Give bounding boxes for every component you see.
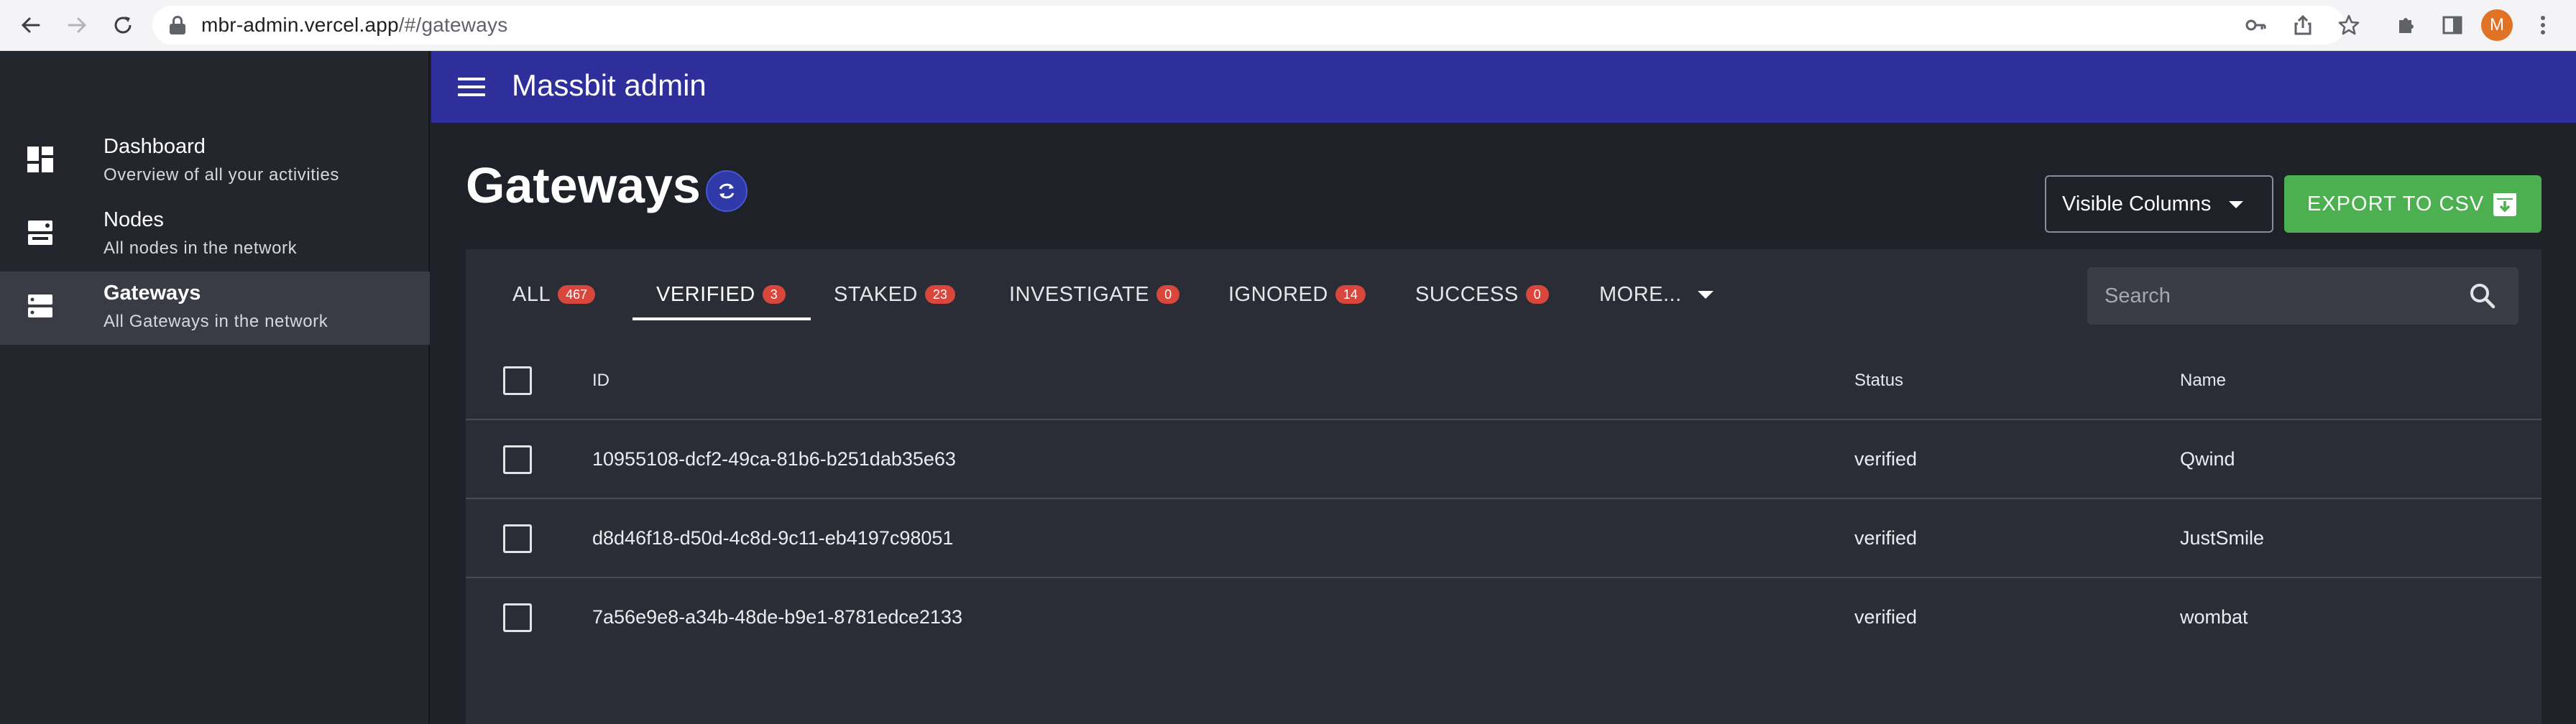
cell-status: verified	[1854, 606, 1918, 628]
sidebar-item-dashboard[interactable]: Dashboard Overview of all your activitie…	[0, 125, 430, 198]
gateways-icon	[28, 294, 52, 317]
sidebar-item-subtitle: Overview of all your activities	[104, 165, 340, 185]
profile-avatar[interactable]: M	[2481, 9, 2513, 41]
cell-name: JustSmile	[2180, 527, 2265, 549]
tab-label: SUCCESS	[1415, 282, 1519, 306]
sidebar-item-title: Gateways	[104, 282, 201, 305]
count-badge: 467	[558, 285, 596, 304]
tab-success[interactable]: SUCCESS 0	[1415, 264, 1549, 325]
sidebar-item-title: Dashboard	[104, 135, 206, 158]
tab-verified[interactable]: VERIFIED 3	[656, 264, 786, 325]
divider	[466, 498, 2542, 499]
sidebar-item-subtitle: All Gateways in the network	[104, 312, 328, 331]
row-checkbox[interactable]	[503, 524, 532, 553]
tab-investigate[interactable]: INVESTIGATE 0	[1009, 264, 1180, 325]
share-icon[interactable]	[2286, 8, 2320, 42]
cell-name: Qwind	[2180, 448, 2235, 470]
sidebar-item-gateways[interactable]: Gateways All Gateways in the network	[0, 272, 430, 345]
cell-id: 7a56e9e8-a34b-48de-b9e1-8781edce2133	[592, 606, 962, 628]
row-checkbox[interactable]	[503, 603, 532, 632]
tab-staked[interactable]: STAKED 23	[834, 264, 955, 325]
count-badge: 0	[1525, 285, 1549, 304]
reload-icon	[114, 17, 132, 34]
tab-ignored[interactable]: IGNORED 14	[1228, 264, 1366, 325]
column-header-status[interactable]: Status	[1854, 371, 1903, 391]
count-badge: 14	[1335, 285, 1366, 304]
caret-down-icon	[2229, 201, 2243, 208]
app-bar: Massbit admin	[431, 51, 2576, 123]
sidebar: Dashboard Overview of all your activitie…	[0, 51, 430, 724]
extensions-puzzle-icon[interactable]	[2389, 8, 2424, 42]
arrow-right-icon	[68, 17, 87, 33]
caret-down-icon	[1697, 290, 1714, 299]
search-field[interactable]	[2087, 267, 2518, 325]
column-header-name[interactable]: Name	[2180, 371, 2226, 391]
app-title: Massbit admin	[512, 68, 707, 102]
back-button[interactable]	[13, 7, 49, 43]
reload-button[interactable]	[105, 7, 141, 43]
address-bar[interactable]: mbr-admin.vercel.app/#/gateways	[152, 6, 2345, 45]
tab-label: MORE...	[1599, 282, 1682, 306]
dashboard-icon	[27, 147, 53, 172]
visible-columns-label: Visible Columns	[2062, 192, 2212, 215]
column-header-id[interactable]: ID	[592, 371, 610, 391]
export-csv-label: EXPORT TO CSV	[2307, 192, 2485, 215]
sidebar-item-nodes[interactable]: Nodes All nodes in the network	[0, 198, 430, 272]
count-badge: 23	[924, 285, 955, 304]
tab-label: VERIFIED	[656, 282, 755, 306]
tab-all[interactable]: ALL 467	[512, 264, 596, 325]
key-icon[interactable]	[2238, 8, 2273, 42]
tab-label: IGNORED	[1228, 282, 1328, 306]
tab-label: STAKED	[834, 282, 918, 306]
cell-name: wombat	[2180, 606, 2248, 628]
arrow-left-icon	[21, 17, 40, 33]
row-checkbox[interactable]	[503, 445, 532, 474]
active-tab-indicator	[632, 317, 811, 320]
cell-status: verified	[1854, 527, 1918, 549]
select-all-checkbox[interactable]	[503, 366, 532, 395]
bookmark-star-icon[interactable]	[2332, 8, 2366, 42]
hamburger-menu-icon[interactable]	[451, 65, 494, 108]
export-csv-button[interactable]: EXPORT TO CSV	[2284, 175, 2542, 233]
count-badge: 3	[762, 285, 786, 304]
url-text: mbr-admin.vercel.app/#/gateways	[201, 14, 508, 36]
count-badge: 0	[1156, 285, 1180, 304]
tab-more[interactable]: MORE...	[1599, 264, 1714, 325]
search-input[interactable]	[2087, 267, 2461, 325]
nodes-icon	[28, 221, 52, 245]
cell-id: d8d46f18-d50d-4c8d-9c11-eb4197c98051	[592, 527, 954, 549]
sidebar-item-subtitle: All nodes in the network	[104, 238, 298, 258]
cell-id: 10955108-dcf2-49ca-81b6-b251dab35e63	[592, 448, 956, 470]
forward-button[interactable]	[59, 7, 95, 43]
tab-label: INVESTIGATE	[1009, 282, 1150, 306]
visible-columns-select[interactable]: Visible Columns	[2045, 175, 2273, 233]
cell-status: verified	[1854, 448, 1918, 470]
kebab-menu-icon[interactable]	[2526, 8, 2560, 42]
sidebar-item-title: Nodes	[104, 208, 164, 231]
tab-label: ALL	[512, 282, 551, 306]
refresh-button[interactable]	[706, 170, 748, 212]
page-title: Gateways	[466, 157, 701, 213]
side-panel-icon[interactable]	[2435, 8, 2470, 42]
divider	[466, 419, 2542, 420]
browser-toolbar: mbr-admin.vercel.app/#/gateways M	[0, 0, 2576, 51]
divider	[466, 577, 2542, 578]
lock-icon	[170, 16, 185, 34]
refresh-icon	[719, 183, 735, 199]
search-icon[interactable]	[2467, 280, 2498, 312]
archive-download-icon	[2493, 193, 2516, 216]
